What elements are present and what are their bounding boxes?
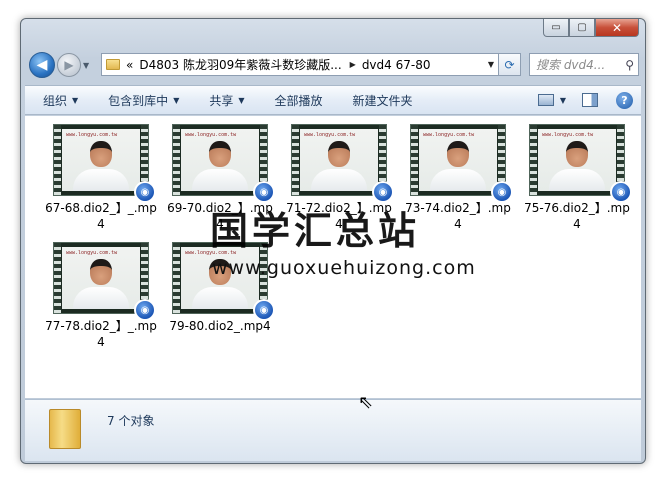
watermark-title: 国学汇总站 <box>210 209 421 253</box>
organize-button[interactable]: 组织 ▼ <box>43 92 78 109</box>
chevron-down-icon: ▼ <box>173 95 180 105</box>
thumbnail-caption: www.longyu.com.tw <box>542 132 594 138</box>
change-view-icon[interactable] <box>537 94 554 106</box>
folder-icon <box>106 59 120 70</box>
chevron-down-icon[interactable]: ▼ <box>560 96 566 105</box>
mouse-cursor-icon: ⇖ <box>358 392 374 413</box>
presenter-head <box>447 141 469 167</box>
media-player-badge-icon: ◉ <box>253 299 275 321</box>
video-frame: www.longyu.com.tw <box>538 129 616 191</box>
close-button[interactable]: ✕ <box>595 19 639 37</box>
presenter-head <box>328 141 350 167</box>
details-pane: 7 个对象 <box>25 399 641 461</box>
chevron-down-icon: ▼ <box>72 95 79 105</box>
media-player-badge-icon: ◉ <box>134 299 156 321</box>
maximize-button[interactable]: ▢ <box>569 19 595 37</box>
address-bar[interactable]: « D4803 陈龙羽09年紫薇斗数珍藏版... ▶ dvd4 67-80 ▼ <box>101 53 499 76</box>
presenter-head <box>90 259 112 285</box>
share-button[interactable]: 共享 ▼ <box>209 92 244 109</box>
video-frame: www.longyu.com.tw <box>181 129 259 191</box>
command-bar: 组织 ▼ 包含到库中 ▼ 共享 ▼ 全部播放 新建文件夹 ▼ ? <box>25 85 641 115</box>
include-in-library-button[interactable]: 包含到库中 ▼ <box>108 92 179 109</box>
refresh-icon[interactable]: ⟳ <box>499 53 521 76</box>
video-thumbnail: www.longyu.com.tw ◉ <box>529 124 632 203</box>
item-count: 7 个对象 <box>107 414 155 428</box>
search-icon[interactable]: ⚲ <box>625 58 634 72</box>
view-controls: ▼ ? <box>537 91 633 109</box>
file-item[interactable]: www.longyu.com.tw ◉ 77-78.dio2_】_.mp4 <box>45 242 157 350</box>
presenter-body <box>430 169 486 191</box>
preview-pane-icon[interactable] <box>582 93 598 107</box>
media-player-badge-icon: ◉ <box>134 181 156 203</box>
video-frame: www.longyu.com.tw <box>62 247 140 309</box>
media-player-badge-icon: ◉ <box>610 181 632 203</box>
thumbnail-caption: www.longyu.com.tw <box>304 132 356 138</box>
share-label: 共享 <box>209 93 234 108</box>
chevron-down-icon[interactable]: ▼ <box>488 60 494 69</box>
presenter-body <box>192 287 248 309</box>
media-player-badge-icon: ◉ <box>491 181 513 203</box>
file-name: 79-80.dio2_.mp4 <box>169 319 271 333</box>
video-frame: www.longyu.com.tw <box>419 129 497 191</box>
chevron-down-icon: ▼ <box>238 95 245 105</box>
presenter-head <box>90 141 112 167</box>
folder-icon <box>49 409 81 449</box>
file-item[interactable]: www.longyu.com.tw ◉ 67-68.dio2_】_.mp4 <box>45 124 157 232</box>
forward-arrow-icon[interactable]: ▶ <box>57 53 81 77</box>
film-strip <box>292 125 299 195</box>
presenter-body <box>549 169 605 191</box>
watermark-url: www.guoxuehuizong.com <box>212 257 476 279</box>
film-strip <box>54 243 61 313</box>
film-strip <box>54 125 61 195</box>
file-item[interactable]: www.longyu.com.tw ◉ 79-80.dio2_.mp4 <box>164 242 276 334</box>
organize-label: 组织 <box>43 93 68 108</box>
breadcrumb-separator-icon[interactable]: ▶ <box>350 60 356 69</box>
video-thumbnail: www.longyu.com.tw ◉ <box>291 124 394 203</box>
video-thumbnail: www.longyu.com.tw ◉ <box>53 242 156 321</box>
film-strip <box>530 125 537 195</box>
thumbnail-caption: www.longyu.com.tw <box>66 132 118 138</box>
thumbnail-caption: www.longyu.com.tw <box>423 132 475 138</box>
navigation-bar: ◀ ▶ ▼ « D4803 陈龙羽09年紫薇斗数珍藏版... ▶ dvd4 67… <box>29 49 639 81</box>
help-icon[interactable]: ? <box>616 91 633 109</box>
breadcrumb-parent[interactable]: D4803 陈龙羽09年紫薇斗数珍藏版... <box>139 56 341 73</box>
file-name: 77-78.dio2_】_.mp4 <box>45 319 157 349</box>
video-thumbnail: www.longyu.com.tw ◉ <box>410 124 513 203</box>
recent-pages-dropdown[interactable]: ▼ <box>83 61 93 70</box>
play-all-button[interactable]: 全部播放 <box>275 92 323 109</box>
film-strip <box>411 125 418 195</box>
minimize-button[interactable]: ▭ <box>543 19 569 37</box>
presenter-body <box>73 287 129 309</box>
back-arrow-icon[interactable]: ◀ <box>29 52 55 78</box>
presenter-body <box>311 169 367 191</box>
video-frame: www.longyu.com.tw <box>62 129 140 191</box>
breadcrumb-current[interactable]: dvd4 67-80 <box>362 58 431 72</box>
presenter-body <box>192 169 248 191</box>
film-strip <box>173 243 180 313</box>
file-item[interactable]: www.longyu.com.tw ◉ 75-76.dio2_】.mp4 <box>521 124 633 232</box>
include-in-library-label: 包含到库中 <box>108 93 169 108</box>
video-thumbnail: www.longyu.com.tw ◉ <box>172 124 275 203</box>
video-thumbnail: www.longyu.com.tw ◉ <box>53 124 156 203</box>
thumbnail-caption: www.longyu.com.tw <box>185 132 237 138</box>
video-frame: www.longyu.com.tw <box>300 129 378 191</box>
file-name: 75-76.dio2_】.mp4 <box>524 201 630 231</box>
presenter-head <box>209 141 231 167</box>
new-folder-button[interactable]: 新建文件夹 <box>353 92 413 109</box>
presenter-head <box>566 141 588 167</box>
search-input[interactable]: 搜索 dvd4... ⚲ <box>529 53 639 76</box>
presenter-body <box>73 169 129 191</box>
breadcrumb-overflow[interactable]: « <box>126 58 133 72</box>
file-name: 67-68.dio2_】_.mp4 <box>45 201 157 231</box>
search-placeholder: 搜索 dvd4... <box>536 58 606 72</box>
thumbnail-caption: www.longyu.com.tw <box>66 250 118 256</box>
caption-buttons: ▭ ▢ ✕ <box>543 19 639 37</box>
film-strip <box>173 125 180 195</box>
